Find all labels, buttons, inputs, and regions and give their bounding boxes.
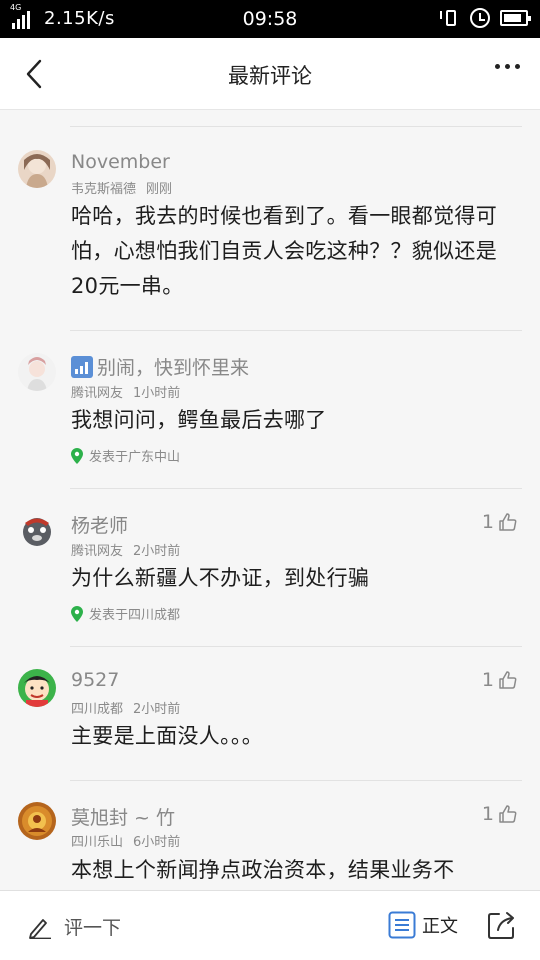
share-icon (488, 912, 514, 939)
location-text: 发表于广东中山 (89, 450, 181, 465)
vibrate-icon (438, 8, 460, 28)
pencil-icon (29, 918, 51, 939)
comment-time: 1小时前 (133, 386, 181, 401)
thumbs-up-icon (499, 671, 517, 689)
alarm-icon (470, 8, 490, 28)
page-title: 最新评论 (228, 64, 312, 88)
location-pin-icon (71, 605, 83, 622)
location-pin-icon (71, 447, 83, 464)
comment-meta: 四川成都 2小时前 (71, 698, 180, 717)
more-dot-icon (515, 64, 520, 69)
comment-list[interactable]: November 韦克斯福德 刚刚 哈哈，我去的时候也看到了。看一眼都觉得可怕，心… (0, 110, 540, 890)
comment-text: 哈哈，我去的时候也看到了。看一眼都觉得可怕，心想怕我们自贡人会吃这种？？貌似还是… (71, 204, 497, 298)
write-comment-placeholder: 评一下 (64, 917, 122, 939)
like-button[interactable]: 1 (482, 511, 518, 533)
like-button[interactable]: 1 (482, 803, 518, 825)
comment-location: 发表于广东中山 (71, 446, 180, 465)
comment-location: 发表于四川成都 (71, 604, 180, 623)
like-count: 1 (481, 803, 494, 825)
comment-author[interactable]: 杨老师 (71, 511, 128, 538)
thumbs-up-icon (499, 805, 517, 823)
bottom-toolbar: 评一下 正文 (0, 890, 540, 960)
avatar[interactable] (18, 511, 56, 549)
share-button[interactable] (486, 909, 518, 941)
comment-meta: 四川乐山 6小时前 (71, 831, 180, 850)
comment-source: 四川乐山 (71, 835, 124, 850)
like-button[interactable]: 1 (482, 669, 518, 691)
avatar[interactable] (18, 150, 56, 188)
more-dot-icon (505, 64, 510, 69)
comment-text: 我想问问，鳄鱼最后去哪了 (71, 408, 327, 432)
comment-item[interactable]: November 韦克斯福德 刚刚 哈哈，我去的时候也看到了。看一眼都觉得可怕，心… (0, 110, 540, 330)
comment-time: 2小时前 (133, 544, 181, 559)
comment-text: 为什么新疆人不办证，到处行骗 (71, 566, 370, 590)
comment-text: 主要是上面没人。。。 (71, 724, 263, 748)
comment-source: 腾讯网友 (71, 386, 124, 401)
thumbs-up-icon (499, 513, 517, 531)
article-label: 正文 (422, 916, 458, 937)
comment-meta: 腾讯网友 2小时前 (71, 540, 180, 559)
write-comment-button[interactable]: 评一下 (28, 913, 121, 940)
comment-author[interactable]: November (71, 151, 170, 173)
comment-time: 刚刚 (146, 182, 173, 197)
comment-source: 腾讯网友 (71, 544, 124, 559)
location-text: 发表于四川成都 (89, 608, 181, 623)
article-button[interactable]: 正文 (388, 911, 458, 939)
comment-author-name: 别闹，快到怀里来 (97, 357, 250, 379)
like-count: 1 (481, 669, 494, 691)
comment-time: 2小时前 (133, 702, 181, 717)
comment-author[interactable]: 9527 (71, 669, 119, 691)
comment-meta: 腾讯网友 1小时前 (71, 382, 180, 401)
vip-badge-icon (71, 355, 93, 378)
comment-text: 本想上个新闻挣点政治资本，结果业务不 (71, 858, 455, 882)
comment-item[interactable]: 9527 四川成都 2小时前 主要是上面没人。。。 1 (0, 646, 540, 780)
comment-time: 6小时前 (133, 835, 181, 850)
comment-meta: 韦克斯福德 刚刚 (71, 178, 172, 197)
comment-author[interactable]: 莫旭封 ~ 竹 (71, 803, 175, 830)
like-count: 1 (481, 511, 494, 533)
article-icon (388, 911, 416, 939)
nav-header: 最新评论 (0, 38, 540, 110)
battery-icon (500, 10, 531, 26)
avatar[interactable] (18, 353, 56, 391)
comment-item[interactable]: 别闹，快到怀里来 腾讯网友 1小时前 我想问问，鳄鱼最后去哪了 发表于广东中山 (0, 330, 540, 488)
comment-item[interactable]: 杨老师 腾讯网友 2小时前 为什么新疆人不办证，到处行骗 发表于四川成都 1 (0, 488, 540, 646)
status-bar: 4G 2.15K/s 09:58 (0, 0, 540, 38)
more-dot-icon (495, 64, 500, 69)
comment-author[interactable]: 别闹，快到怀里来 (71, 353, 249, 380)
comment-source: 四川成都 (71, 702, 124, 717)
comment-source: 韦克斯福德 (71, 182, 137, 197)
more-options-button[interactable] (495, 64, 520, 69)
avatar[interactable] (18, 802, 56, 840)
avatar[interactable] (18, 669, 56, 707)
comment-item[interactable]: 莫旭封 ~ 竹 四川乐山 6小时前 本想上个新闻挣点政治资本，结果业务不 1 (0, 780, 540, 890)
